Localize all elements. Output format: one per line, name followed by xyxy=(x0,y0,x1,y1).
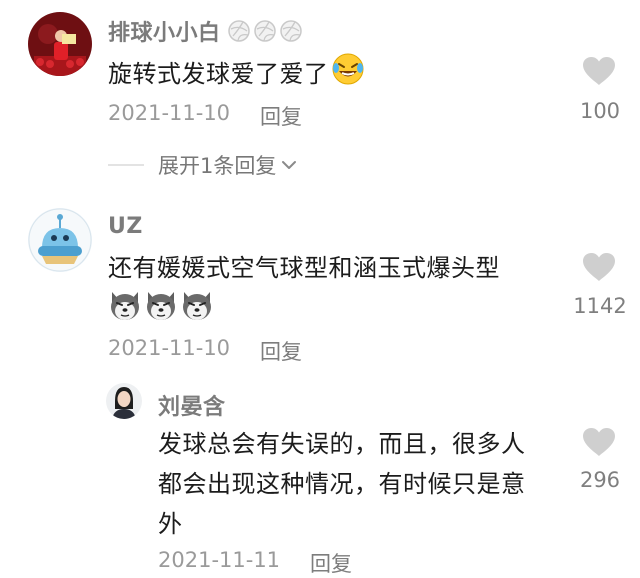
reply-text: 发球总会有失误的，而且，很多人 都会出现这种情况，有时候只是意 外 xyxy=(158,424,568,544)
comment-date: 2021-11-10 xyxy=(108,336,231,360)
avatar[interactable] xyxy=(106,383,142,419)
like-count: 296 xyxy=(579,468,621,492)
comment-username[interactable]: UZ xyxy=(108,214,143,239)
reply-text-line: 发球总会有失误的，而且，很多人 xyxy=(158,430,526,458)
expand-replies[interactable]: 展开1条回复 xyxy=(108,150,298,180)
laughing-emoji-icon xyxy=(331,52,365,98)
comment-username[interactable]: 排球小小白 xyxy=(108,15,221,47)
comment-date: 2021-11-10 xyxy=(108,101,231,125)
like-count: 1142 xyxy=(573,294,627,318)
like-button[interactable] xyxy=(582,56,616,90)
dog-emoji-row xyxy=(108,288,216,322)
like-count: 100 xyxy=(579,99,621,123)
comment-text-row: 旋转式发球爱了爱了 xyxy=(108,52,365,98)
reply-date: 2021-11-11 xyxy=(158,548,281,572)
heart-icon xyxy=(583,57,615,85)
heart-icon xyxy=(583,253,615,281)
volleyball-emoji-icon xyxy=(227,19,303,43)
comment-text: 旋转式发球爱了爱了 xyxy=(108,60,329,88)
like-button[interactable] xyxy=(582,252,616,286)
reply-button[interactable]: 回复 xyxy=(260,336,302,366)
chevron-down-icon xyxy=(282,161,297,169)
comment-text: 还有媛媛式空气球型和涵玉式爆头型 xyxy=(108,254,500,282)
expand-replies-label: 展开1条回复 xyxy=(158,154,277,178)
dog-emoji-icon xyxy=(147,292,175,320)
reply-text-line: 都会出现这种情况，有时候只是意 xyxy=(158,470,526,498)
reply-button[interactable]: 回复 xyxy=(260,101,302,131)
dog-emoji-icon xyxy=(111,292,139,320)
avatar[interactable] xyxy=(28,208,92,272)
divider xyxy=(108,164,144,166)
reply-button[interactable]: 回复 xyxy=(310,548,352,578)
heart-icon xyxy=(583,428,615,456)
reply-username[interactable]: 刘晏含 xyxy=(158,389,226,421)
like-button[interactable] xyxy=(582,427,616,461)
dog-emoji-icon xyxy=(183,292,211,320)
reply-text-line: 外 xyxy=(158,510,183,538)
avatar[interactable] xyxy=(28,12,92,76)
